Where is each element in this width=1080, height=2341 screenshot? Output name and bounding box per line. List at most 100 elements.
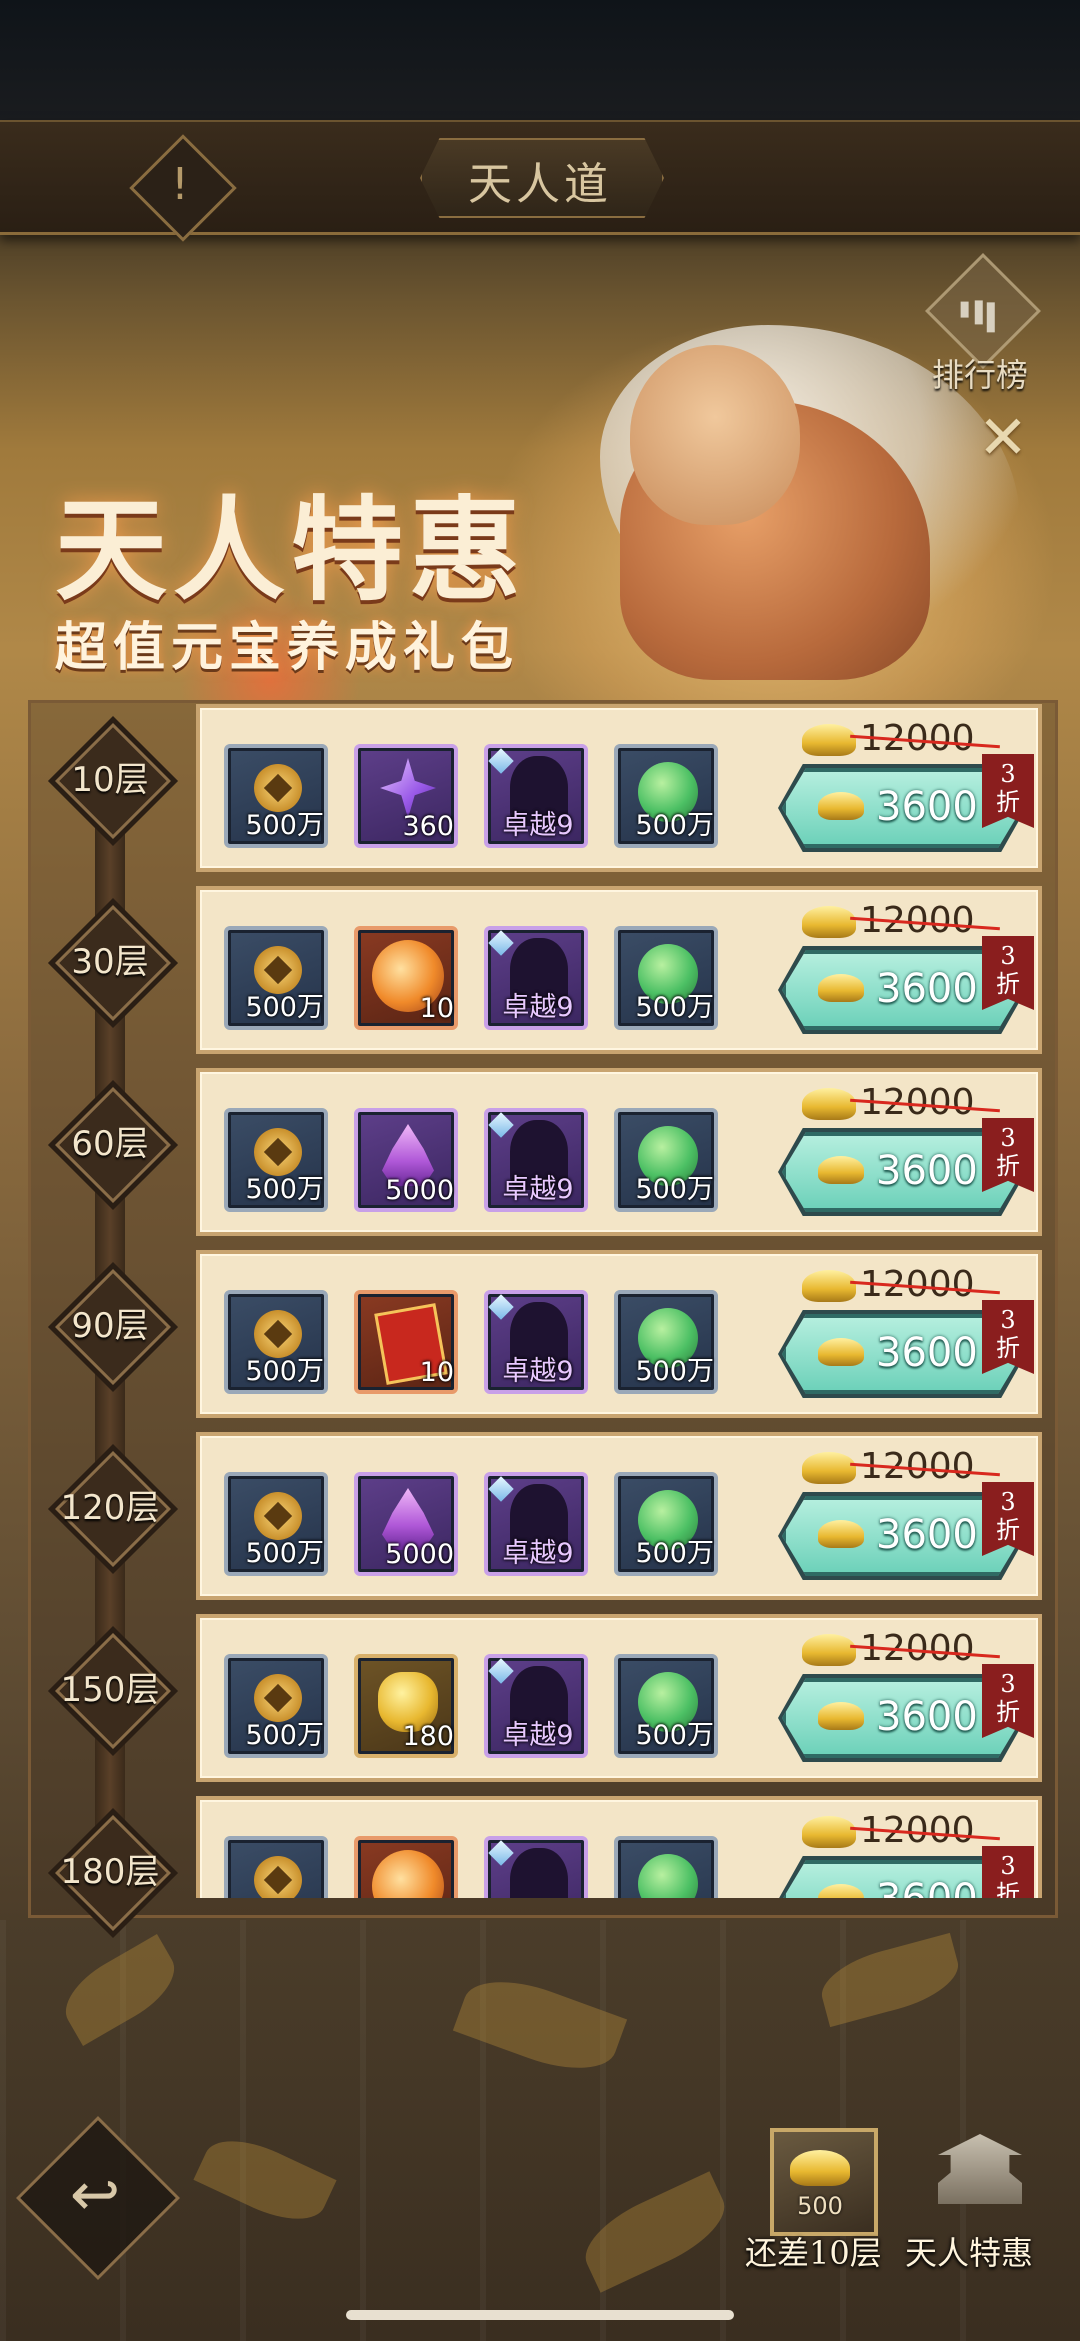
- discount-value: 3: [1000, 760, 1016, 788]
- discount-value: 3: [1000, 1124, 1016, 1152]
- tier-marker: 10层: [50, 718, 171, 839]
- discount-value: 3: [1000, 1852, 1016, 1880]
- item-quantity: 500万: [635, 1356, 714, 1387]
- discount-unit: 折: [996, 1698, 1020, 1726]
- page-title: 天人道: [468, 159, 612, 210]
- item-quantity: 500万: [635, 1720, 714, 1751]
- reward-item[interactable]: 卓越9: [484, 1654, 588, 1758]
- reward-item[interactable]: 10: [354, 1290, 458, 1394]
- item-quantity: 卓越9: [502, 1174, 574, 1205]
- package-row: 1200036003折: [196, 1796, 1042, 1898]
- tier-marker: 60层: [50, 1082, 171, 1203]
- reward-item[interactable]: 500万: [614, 1472, 718, 1576]
- item-quantity: 500万: [245, 992, 324, 1023]
- item-quantity: 500万: [635, 1538, 714, 1569]
- discount-unit: 折: [996, 1516, 1020, 1544]
- tier-marker: 150层: [50, 1628, 171, 1749]
- reward-item[interactable]: 10: [354, 926, 458, 1030]
- gold-ingot-icon: [802, 1088, 856, 1120]
- reward-item[interactable]: 500万: [614, 926, 718, 1030]
- close-icon[interactable]: ✕: [975, 408, 1031, 468]
- reward-item[interactable]: 卓越9: [484, 1472, 588, 1576]
- discount-label: 3折: [982, 1670, 1034, 1726]
- package-row: 500万 360 卓越9 500万 12000 3600 3 折: [196, 704, 1042, 872]
- tier-marker: 90层: [50, 1264, 171, 1385]
- info-icon: !: [171, 159, 189, 210]
- discount-label: 3折: [982, 1488, 1034, 1544]
- sale-price: 3600: [876, 1330, 978, 1376]
- item-quantity: 500万: [245, 1538, 324, 1569]
- reward-item[interactable]: 360: [354, 744, 458, 848]
- item-quantity: 180: [402, 1721, 454, 1752]
- discount-unit: 折: [996, 1152, 1020, 1180]
- item-quantity: 5000: [385, 1175, 454, 1206]
- reward-item[interactable]: 卓越9: [484, 926, 588, 1030]
- reward-item[interactable]: 500万: [614, 1290, 718, 1394]
- home-indicator[interactable]: [346, 2310, 734, 2320]
- reward-item[interactable]: 500万: [614, 1654, 718, 1758]
- item-quantity: 500万: [245, 1174, 324, 1205]
- sale-price: 3600: [876, 1512, 978, 1558]
- reward-item[interactable]: 180: [354, 1654, 458, 1758]
- discount-value: 3: [1000, 942, 1016, 970]
- sale-price: 3600: [876, 1148, 978, 1194]
- gold-ingot-icon: [802, 1816, 856, 1848]
- hero-head-art: [630, 345, 800, 525]
- reward-item[interactable]: [614, 1836, 718, 1898]
- tier-marker: 120层: [50, 1446, 171, 1567]
- tier-marker: 30层: [50, 900, 171, 1021]
- promo-subtitle: 超值元宝养成礼包: [55, 617, 520, 678]
- promo-title: 天人特惠: [55, 485, 527, 616]
- coin-icon: [228, 1840, 324, 1898]
- item-quantity: 500万: [245, 1720, 324, 1751]
- item-quantity: 360: [402, 811, 454, 842]
- package-row: 500万 5000 卓越9 500万 12000 3600 3 折: [196, 1068, 1042, 1236]
- reward-item[interactable]: 卓越9: [484, 1108, 588, 1212]
- tier-label: 150层: [60, 1670, 160, 1710]
- item-quantity: 500万: [635, 1174, 714, 1205]
- reward-item[interactable]: 500万: [224, 926, 328, 1030]
- item-quantity: 500万: [635, 810, 714, 841]
- item-quantity: 500万: [245, 810, 324, 841]
- reward-item[interactable]: 5000: [354, 1108, 458, 1212]
- hero-shard-icon: [488, 1840, 584, 1898]
- gold-ingot-icon: [790, 2150, 850, 2186]
- discount-value: 3: [1000, 1306, 1016, 1334]
- gold-ingot-icon: [802, 1270, 856, 1302]
- reward-item[interactable]: [354, 1836, 458, 1898]
- tier-label: 10层: [71, 760, 149, 800]
- promo-shortcut-label: 天人特惠: [905, 2234, 1034, 2272]
- reward-item[interactable]: [484, 1836, 588, 1898]
- gold-ingot-icon: [802, 1634, 856, 1666]
- item-quantity: 500万: [635, 992, 714, 1023]
- reward-item[interactable]: [224, 1836, 328, 1898]
- reward-item[interactable]: 500万: [224, 1472, 328, 1576]
- reward-item[interactable]: 卓越9: [484, 1290, 588, 1394]
- green-orb-icon: [618, 1840, 714, 1898]
- package-row: 500万 10 卓越9 500万 12000 3600 3 折: [196, 886, 1042, 1054]
- reward-item[interactable]: 500万: [224, 1108, 328, 1212]
- gold-ingot-icon: [818, 1156, 864, 1184]
- reward-item[interactable]: 5000: [354, 1472, 458, 1576]
- discount-label: 3折: [982, 1306, 1034, 1362]
- reward-item[interactable]: 500万: [224, 1654, 328, 1758]
- item-quantity: 卓越9: [502, 1356, 574, 1387]
- reward-item[interactable]: 500万: [224, 1290, 328, 1394]
- discount-unit: 折: [996, 788, 1020, 816]
- tier-label: 120层: [60, 1488, 160, 1528]
- item-quantity: 500万: [245, 1356, 324, 1387]
- package-row: 500万 180 卓越9 500万 12000 3600 3 折: [196, 1614, 1042, 1782]
- reward-item[interactable]: 500万: [614, 744, 718, 848]
- tier-label: 60层: [71, 1124, 149, 1164]
- discount-label: 3折: [982, 760, 1034, 816]
- reward-item[interactable]: 卓越9: [484, 744, 588, 848]
- ranking-label: 排行榜: [931, 356, 1028, 394]
- reward-progress-label: 还差10层: [745, 2234, 882, 2272]
- reward-item[interactable]: 500万: [224, 744, 328, 848]
- package-list[interactable]: 500万 360 卓越9 500万 12000 3600 3 折 500万 10 卓越9 500万 12…: [196, 700, 1052, 1898]
- reward-item[interactable]: 500万: [614, 1108, 718, 1212]
- discount-unit: 折: [996, 1880, 1020, 1898]
- tier-marker: 180层: [50, 1810, 171, 1931]
- discount-unit: 折: [996, 1334, 1020, 1362]
- gold-ingot-icon: [802, 1452, 856, 1484]
